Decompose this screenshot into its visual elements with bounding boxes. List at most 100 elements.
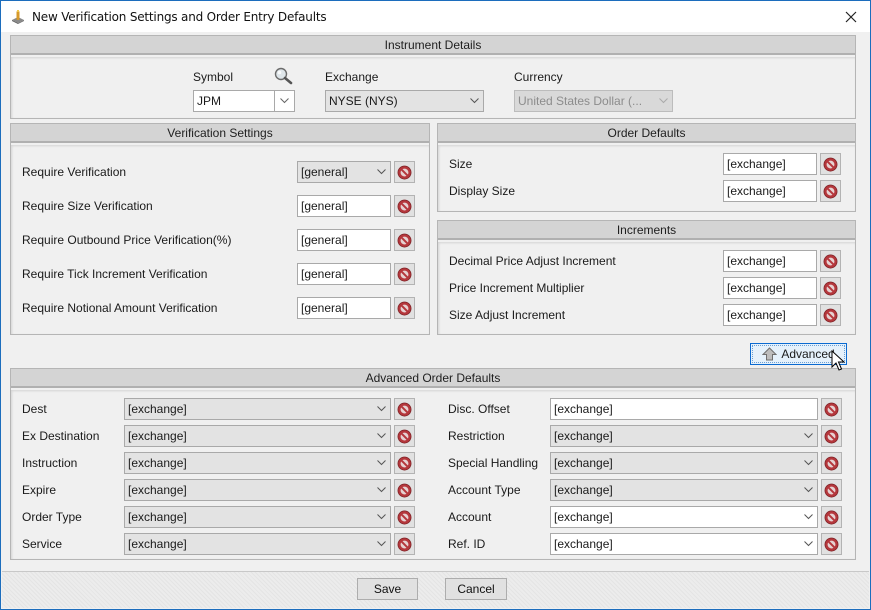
ex-destination-label: Ex Destination <box>22 429 100 443</box>
mouse-cursor <box>831 350 845 371</box>
clear-icon <box>397 233 412 247</box>
require-verification-select[interactable]: [general] <box>297 161 391 183</box>
verification-settings-panel: Verification Settings Require Verificati… <box>10 123 430 335</box>
special-handling-label: Special Handling <box>448 456 539 470</box>
require-size-verification-clear-button[interactable] <box>394 195 415 217</box>
ex-destination-select[interactable]: [exchange] <box>124 425 391 447</box>
clear-icon <box>823 281 838 295</box>
clear-icon <box>824 456 839 470</box>
chevron-down-icon <box>803 541 813 547</box>
account-select[interactable]: [exchange] <box>550 506 818 528</box>
require-tick-increment-verification-input[interactable]: [general] <box>297 263 391 285</box>
require-notional-amount-verification-input[interactable]: [general] <box>297 297 391 319</box>
clear-icon <box>823 184 838 198</box>
require-tick-increment-verification-label: Require Tick Increment Verification <box>22 267 208 281</box>
expire-select[interactable]: [exchange] <box>124 479 391 501</box>
order-defaults-header: Order Defaults <box>438 124 855 143</box>
size-input[interactable]: [exchange] <box>723 153 817 175</box>
display-size-input[interactable]: [exchange] <box>723 180 817 202</box>
size-label: Size <box>449 157 473 171</box>
account-type-clear-button[interactable] <box>821 479 842 501</box>
account-type-label: Account Type <box>448 483 521 497</box>
currency-select: United States Dollar (... <box>514 90 673 112</box>
increments-header: Increments <box>438 221 855 240</box>
clear-icon <box>824 402 839 416</box>
symbol-search-button[interactable] <box>273 67 295 85</box>
expire-clear-button[interactable] <box>394 479 415 501</box>
clear-icon <box>397 199 412 213</box>
require-outbound-price-verification-input[interactable]: [general] <box>297 229 391 251</box>
symbol-input[interactable]: JPM <box>193 90 275 112</box>
size-clear-button[interactable] <box>820 153 841 175</box>
require-outbound-price-verification-clear-button[interactable] <box>394 229 415 251</box>
decimal-price-adjust-increment-input[interactable]: [exchange] <box>723 250 817 272</box>
disc-offset-input[interactable]: [exchange] <box>550 398 818 420</box>
price-increment-multiplier-clear-button[interactable] <box>820 277 841 299</box>
chevron-down-icon <box>803 514 813 520</box>
dest-clear-button[interactable] <box>394 398 415 420</box>
advanced-order-defaults-header: Advanced Order Defaults <box>11 369 855 388</box>
disc-offset-label: Disc. Offset <box>448 402 510 416</box>
verification-settings-header: Verification Settings <box>11 124 429 143</box>
dest-select[interactable]: [exchange] <box>124 398 391 420</box>
require-verification-clear-button[interactable] <box>394 161 415 183</box>
chevron-down-icon <box>376 169 386 175</box>
decimal-price-adjust-increment-label: Decimal Price Adjust Increment <box>449 254 616 268</box>
clear-icon <box>397 510 412 524</box>
service-clear-button[interactable] <box>394 533 415 555</box>
size-adjust-increment-clear-button[interactable] <box>820 304 841 326</box>
size-adjust-increment-label: Size Adjust Increment <box>449 308 566 322</box>
chevron-down-icon <box>803 433 813 439</box>
require-verification-label: Require Verification <box>22 165 127 179</box>
increments-panel: Increments Decimal Price Adjust Incremen… <box>437 220 856 335</box>
clear-icon <box>397 483 412 497</box>
chevron-down-icon <box>376 433 386 439</box>
clear-icon <box>397 537 412 551</box>
restriction-clear-button[interactable] <box>821 425 842 447</box>
require-size-verification-input[interactable]: [general] <box>297 195 391 217</box>
clear-icon <box>397 301 412 315</box>
ex-destination-clear-button[interactable] <box>394 425 415 447</box>
price-increment-multiplier-label: Price Increment Multiplier <box>449 281 585 295</box>
special-handling-select[interactable]: [exchange] <box>550 452 818 474</box>
service-select[interactable]: [exchange] <box>124 533 391 555</box>
order-type-clear-button[interactable] <box>394 506 415 528</box>
display-size-clear-button[interactable] <box>820 180 841 202</box>
require-tick-increment-verification-clear-button[interactable] <box>394 263 415 285</box>
special-handling-clear-button[interactable] <box>821 452 842 474</box>
clear-icon <box>823 308 838 322</box>
save-button[interactable]: Save <box>357 578 418 600</box>
order-type-select[interactable]: [exchange] <box>124 506 391 528</box>
app-icon <box>12 9 24 24</box>
clear-icon <box>823 157 838 171</box>
cancel-button[interactable]: Cancel <box>445 578 507 600</box>
require-size-verification-label: Require Size Verification <box>22 199 153 213</box>
price-increment-multiplier-input[interactable]: [exchange] <box>723 277 817 299</box>
advanced-order-defaults-panel: Advanced Order Defaults Dest [exchange] Ex… <box>10 368 856 560</box>
size-adjust-increment-input[interactable]: [exchange] <box>723 304 817 326</box>
instruction-clear-button[interactable] <box>394 452 415 474</box>
order-defaults-panel: Order Defaults Size [exchange] Display Siz… <box>437 123 856 212</box>
decimal-price-adjust-increment-clear-button[interactable] <box>820 250 841 272</box>
service-label: Service <box>22 537 63 551</box>
instruction-label: Instruction <box>22 456 78 470</box>
clear-icon <box>824 429 839 443</box>
symbol-dropdown-button[interactable] <box>274 90 295 112</box>
account-clear-button[interactable] <box>821 506 842 528</box>
clear-icon <box>824 510 839 524</box>
magnifier-icon <box>274 67 293 85</box>
require-notional-amount-verification-clear-button[interactable] <box>394 297 415 319</box>
instruction-select[interactable]: [exchange] <box>124 452 391 474</box>
clear-icon <box>397 402 412 416</box>
disc-offset-clear-button[interactable] <box>821 398 842 420</box>
close-button[interactable] <box>836 3 866 30</box>
clear-icon <box>824 537 839 551</box>
restriction-select[interactable]: [exchange] <box>550 425 818 447</box>
clear-icon <box>397 429 412 443</box>
ref-id-clear-button[interactable] <box>821 533 842 555</box>
arrow-up-icon <box>762 347 778 361</box>
exchange-select[interactable]: NYSE (NYS) <box>325 90 484 112</box>
expire-label: Expire <box>22 483 57 497</box>
ref-id-select[interactable]: [exchange] <box>550 533 818 555</box>
account-type-select[interactable]: [exchange] <box>550 479 818 501</box>
